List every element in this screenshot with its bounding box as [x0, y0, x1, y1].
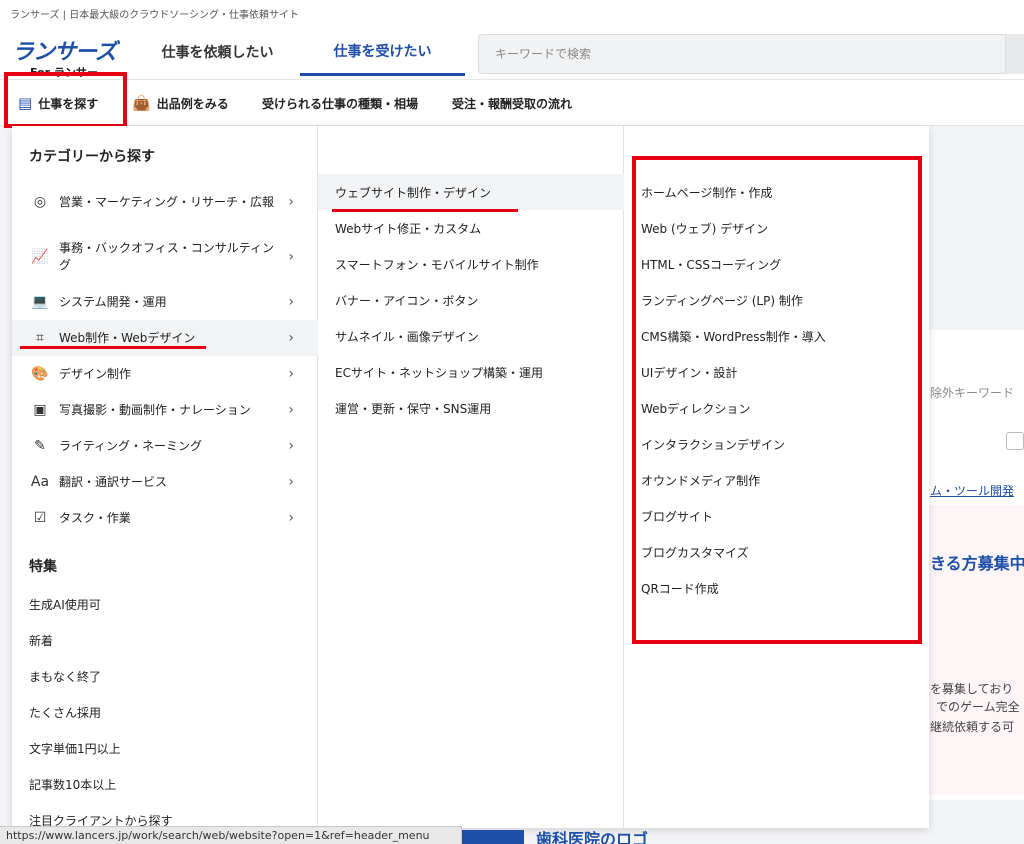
category-item-sales[interactable]: ◎ 営業・マーケティング・リサーチ・広報 › — [12, 177, 318, 227]
background-heading: きる方募集中 — [930, 554, 1024, 573]
feature-item[interactable]: 生成AI使用可 — [29, 596, 101, 613]
chevron-right-icon: › — [288, 510, 294, 526]
frame-icon: ⌗ — [36, 330, 44, 346]
search-input[interactable] — [478, 34, 1024, 74]
background-text-2: でのゲーム完全 — [936, 700, 1020, 714]
background-text-3: 継続依頼する可 — [930, 720, 1015, 734]
category-label: 営業・マーケティング・リサーチ・広報 — [59, 194, 275, 209]
pen-icon: ✎ — [34, 438, 46, 454]
header: ランサーズ For ランサー 仕事を依頼したい 仕事を受けたい — [0, 28, 1024, 80]
chevron-right-icon: › — [288, 330, 294, 346]
task-icon: ☑ — [33, 510, 47, 526]
category-item-web[interactable]: ⌗ Web制作・Webデザイン › — [12, 320, 318, 356]
subcategory-item[interactable]: スマートフォン・モバイルサイト制作 — [318, 246, 624, 282]
category-label: ライティング・ネーミング — [59, 438, 203, 453]
sub-navigation: ▤ 仕事を探す 👜 出品例をみる 受けられる仕事の種類・相場 受注・報酬受取の流… — [0, 80, 1024, 126]
highlight-underline-web — [20, 346, 206, 349]
page: ランサーズ | 日本最大級のクラウドソーシング・仕事依頼サイト ランサーズ Fo… — [0, 0, 1024, 844]
chevron-right-icon: › — [288, 194, 294, 210]
chevron-right-icon: › — [288, 249, 294, 265]
category-label: 事務・バックオフィス・コンサルティング — [59, 241, 275, 272]
nav-examples[interactable]: 👜 出品例をみる — [132, 80, 229, 126]
chevron-right-icon: › — [288, 474, 294, 490]
search-button[interactable] — [1005, 34, 1024, 74]
category-item-system[interactable]: 💻 システム開発・運用 › — [12, 284, 318, 320]
highlight-box-leaves — [632, 156, 922, 644]
leaf-column: ホームページ制作・作成 Web (ウェブ) デザイン HTML・CSSコーディン… — [624, 126, 929, 828]
tab-worker[interactable]: 仕事を受けたい — [300, 28, 465, 76]
feature-item[interactable]: 新着 — [29, 632, 53, 649]
background-text-1: を募集しており — [930, 682, 1014, 696]
chevron-right-icon: › — [288, 366, 294, 382]
category-item-media[interactable]: ▣ 写真撮影・動画制作・ナレーション › — [12, 392, 318, 428]
category-label: 写真撮影・動画制作・ナレーション — [59, 402, 251, 417]
nav-flow[interactable]: 受注・報酬受取の流れ — [452, 80, 572, 126]
category-item-office[interactable]: 📈 事務・バックオフィス・コンサルティング › — [12, 232, 318, 282]
category-label: 翻訳・通訳サービス — [59, 474, 168, 489]
nav-job-types[interactable]: 受けられる仕事の種類・相場 — [262, 80, 418, 126]
background-checkbox[interactable] — [1006, 432, 1024, 450]
category-item-translation[interactable]: Aa 翻訳・通訳サービス › — [12, 464, 318, 500]
mega-menu: カテゴリーから探す ◎ 営業・マーケティング・リサーチ・広報 › 📈 事務・バッ… — [12, 126, 929, 828]
site-tagline: ランサーズ | 日本最大級のクラウドソーシング・仕事依頼サイト — [0, 0, 1024, 28]
laptop-icon: 💻 — [31, 294, 49, 310]
palette-icon: 🎨 — [31, 366, 49, 382]
category-label: デザイン制作 — [59, 366, 132, 381]
chart-icon: 📈 — [31, 249, 49, 265]
background-bottom-heading: 歯科医院のロゴ — [536, 830, 649, 844]
subcategory-item[interactable]: 運営・更新・保守・SNS運用 — [318, 390, 624, 426]
tab-client[interactable]: 仕事を依頼したい — [135, 28, 300, 76]
background-job-card — [929, 505, 1024, 795]
target-icon: ◎ — [33, 194, 47, 210]
status-bar-url: https://www.lancers.jp/work/search/web/w… — [0, 826, 462, 844]
subcategory-item[interactable]: Webサイト修正・カスタム — [318, 210, 624, 246]
chevron-right-icon: › — [288, 438, 294, 454]
subcategory-item[interactable]: ウェブサイト制作・デザイン — [318, 174, 624, 210]
media-icon: ▣ — [33, 402, 47, 418]
background-button[interactable] — [462, 830, 524, 844]
shopping-bag-icon: 👜 — [132, 94, 151, 112]
category-item-writing[interactable]: ✎ ライティング・ネーミング › — [12, 428, 318, 464]
nav-examples-label: 出品例をみる — [156, 96, 229, 111]
feature-item[interactable]: 記事数10本以上 — [29, 776, 116, 793]
feature-title: 特集 — [29, 559, 57, 575]
text-icon: Aa — [30, 474, 50, 490]
category-column: カテゴリーから探す ◎ 営業・マーケティング・リサーチ・広報 › 📈 事務・バッ… — [12, 126, 318, 828]
category-item-task[interactable]: ☑ タスク・作業 › — [12, 500, 318, 536]
lancers-logo[interactable]: ランサーズ — [12, 34, 117, 66]
feature-item[interactable]: たくさん採用 — [29, 704, 101, 721]
category-label: タスク・作業 — [59, 510, 131, 525]
feature-item[interactable]: 文字単価1円以上 — [29, 740, 121, 757]
exclude-keyword-input[interactable]: 除外キーワード — [930, 384, 1014, 401]
chevron-right-icon: › — [288, 402, 294, 418]
subcategory-item[interactable]: ECサイト・ネットショップ構築・運用 — [318, 354, 624, 390]
highlight-underline-website — [332, 209, 518, 212]
category-label: Web制作・Webデザイン — [59, 330, 196, 345]
background-link[interactable]: ム・ツール開発 — [930, 482, 1014, 499]
chevron-right-icon: › — [288, 294, 294, 310]
category-label: システム開発・運用 — [59, 294, 167, 309]
highlight-box-find-work — [4, 72, 127, 128]
subcategory-item[interactable]: バナー・アイコン・ボタン — [318, 282, 624, 318]
category-item-design[interactable]: 🎨 デザイン制作 › — [12, 356, 318, 392]
feature-item[interactable]: まもなく終了 — [29, 668, 101, 685]
category-title: カテゴリーから探す — [29, 149, 155, 165]
subcategory-column: ウェブサイト制作・デザイン Webサイト修正・カスタム スマートフォン・モバイル… — [318, 126, 624, 828]
subcategory-item[interactable]: サムネイル・画像デザイン — [318, 318, 624, 354]
